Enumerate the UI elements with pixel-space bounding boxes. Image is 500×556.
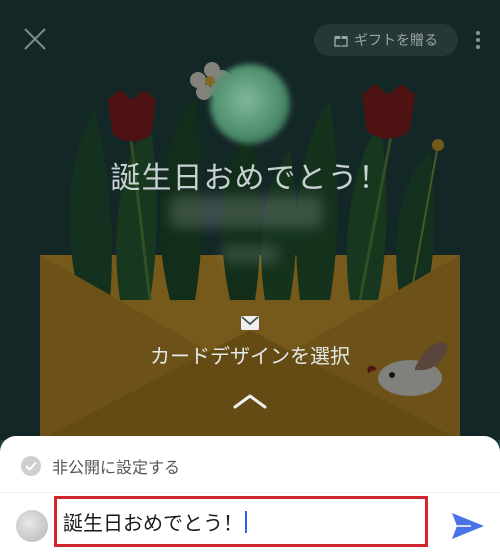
close-icon[interactable]: [22, 26, 48, 52]
recipient-name-blurred: [170, 196, 322, 228]
card-design-label: カードデザインを選択: [150, 344, 350, 368]
more-vertical-icon[interactable]: [470, 26, 486, 54]
chevron-up-icon[interactable]: [232, 392, 268, 410]
gift-button[interactable]: ギフトを贈る: [314, 24, 458, 56]
private-toggle[interactable]: 非公開に設定する: [20, 454, 180, 478]
avatar: [16, 510, 48, 542]
card-design-selector[interactable]: カードデザインを選択: [0, 316, 500, 369]
recipient-avatar: [210, 64, 290, 144]
mail-icon: [241, 316, 259, 330]
divider: [0, 492, 500, 493]
private-label: 非公開に設定する: [52, 458, 181, 477]
gift-icon: [334, 36, 348, 47]
composer-panel: 非公開に設定する 誕生日おめでとう！: [0, 436, 500, 556]
message-text: 誕生日おめでとう！: [63, 511, 243, 535]
message-input[interactable]: 誕生日おめでとう！: [54, 496, 428, 547]
card-preview: 誕生日おめでとう！: [0, 0, 500, 440]
text-caret: [245, 510, 247, 533]
card-greeting: 誕生日おめでとう！: [110, 161, 390, 196]
send-icon[interactable]: [451, 512, 485, 540]
recipient-sub-blurred: [222, 244, 278, 264]
gift-button-label: ギフトを贈る: [354, 33, 438, 49]
check-circle-icon: [21, 456, 41, 476]
